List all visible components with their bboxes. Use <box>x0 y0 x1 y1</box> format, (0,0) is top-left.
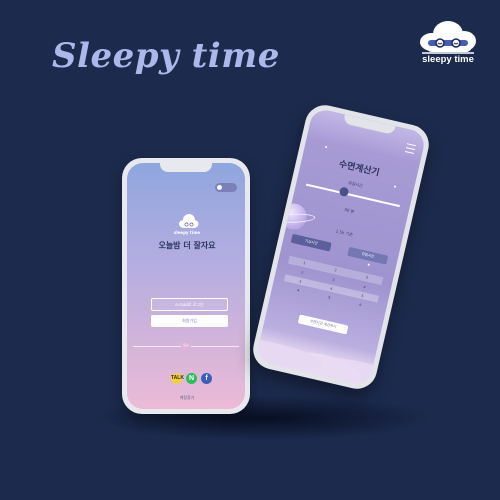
result-cell: 5 <box>327 294 331 300</box>
result-cell: 3 <box>298 279 302 284</box>
result-cell: 4 <box>296 287 300 293</box>
result-cell: 4 <box>363 284 367 290</box>
result-cell: 4 <box>329 286 333 291</box>
result-header-cell: 2 <box>334 268 338 273</box>
slider-value: 00 분 <box>343 206 355 215</box>
result-cell: 3 <box>331 277 335 282</box>
login-screen: sleepy time 오늘밤 더 잘자요 e-mail로 로그인 회원가입 또… <box>127 163 245 409</box>
bed-time-option[interactable]: 취침시간 <box>347 246 389 265</box>
calculator-screen: 수면계산기 취침시간 00 분 1.5h 기준 기상시간 취침시간 1 2 3 … <box>255 107 427 387</box>
calculate-button[interactable]: 수면시간 계산하기 <box>297 314 349 335</box>
divider-text: 또는 <box>181 343 191 349</box>
cloud-logo-icon <box>420 21 476 54</box>
result-cell: 2 <box>300 270 304 275</box>
brand-title: Sleepy time <box>52 36 280 76</box>
theme-toggle[interactable] <box>215 183 237 192</box>
calculator-phone-mockup: 수면계산기 취침시간 00 분 1.5h 기준 기상시간 취침시간 1 2 3 … <box>249 101 433 393</box>
kakao-login-icon[interactable]: TALK <box>171 373 184 384</box>
result-header-cell: 1 <box>302 260 306 266</box>
star-icon <box>367 263 370 266</box>
app-cloud-icon <box>179 214 199 228</box>
logo-text: sleepy time <box>422 54 474 65</box>
naver-login-icon[interactable]: N <box>186 373 197 384</box>
result-cell: 6 <box>359 302 363 307</box>
login-phone-mockup: sleepy time 오늘밤 더 잘자요 e-mail로 로그인 회원가입 또… <box>122 158 250 414</box>
cycle-label: 1.5h 기준 <box>335 228 354 238</box>
result-cell: 5 <box>361 293 365 298</box>
facebook-login-icon[interactable]: f <box>201 373 212 384</box>
star-icon <box>324 145 328 149</box>
time-slider-knob[interactable] <box>338 186 350 198</box>
find-account-link[interactable]: 계정찾기 <box>167 395 207 401</box>
brand-logo: sleepy time <box>412 16 484 68</box>
phone-notch <box>160 163 212 172</box>
app-name: sleepy time <box>173 230 201 235</box>
email-login-button[interactable]: e-mail로 로그인 <box>151 298 228 311</box>
greeting-text: 오늘밤 더 잘자요 <box>158 241 216 250</box>
result-header-cell: 3 <box>365 275 369 280</box>
wake-time-option[interactable]: 기상시간 <box>290 233 332 252</box>
star-icon <box>393 185 397 188</box>
toggle-knob <box>217 185 222 190</box>
join-button[interactable]: 회원가입 <box>151 315 228 327</box>
page-background: { "brand": { "title": "Sleepy time", "lo… <box>0 0 500 500</box>
cloud-decoration <box>255 324 390 387</box>
planet-ring <box>273 213 316 224</box>
